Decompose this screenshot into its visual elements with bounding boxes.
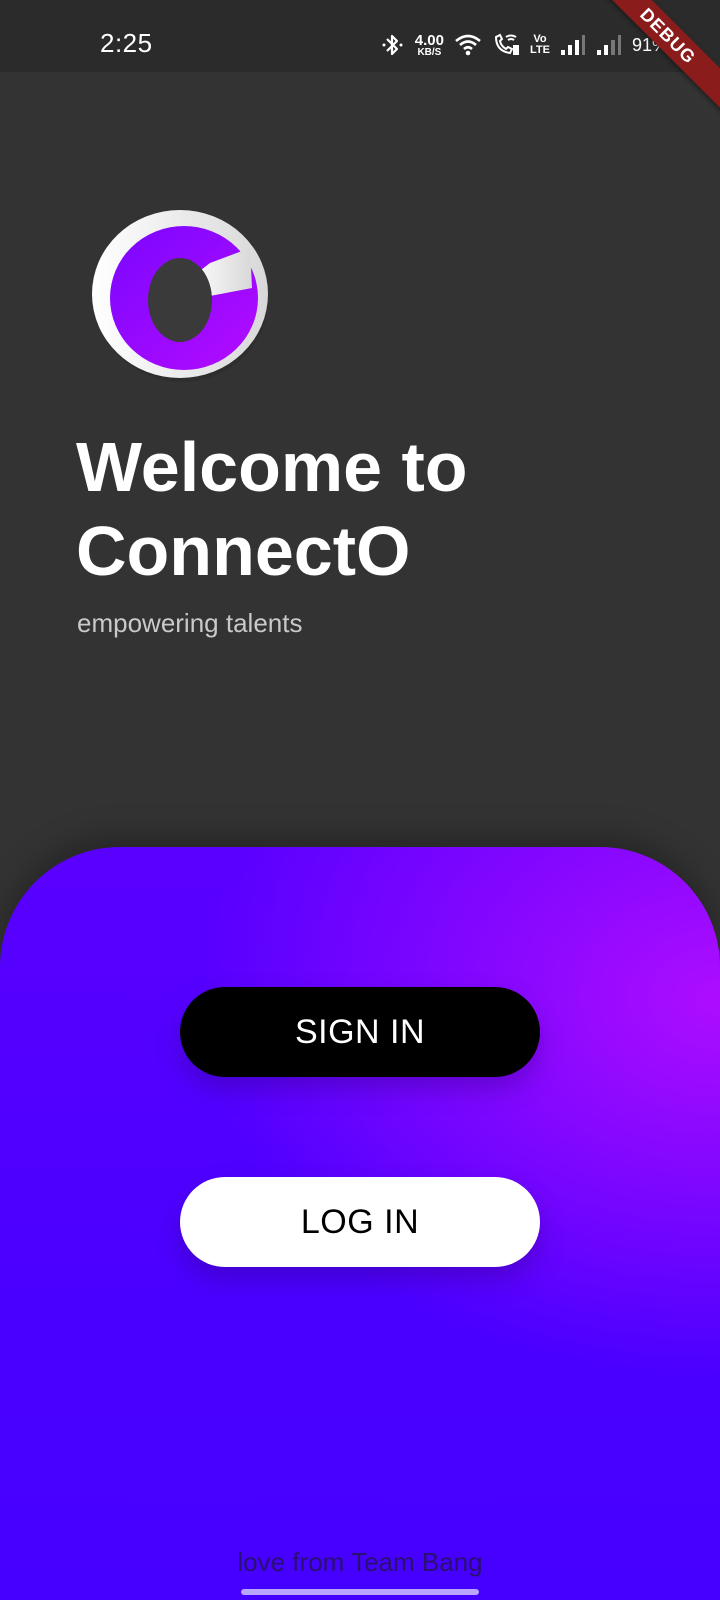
signal-icon bbox=[560, 35, 585, 55]
bluetooth-icon bbox=[382, 34, 403, 56]
wifi-icon bbox=[455, 34, 481, 56]
status-bar: 2:25 4.00 KB/S Vo LTE 91% DEBUG bbox=[0, 0, 720, 124]
connecto-logo-icon bbox=[92, 210, 268, 382]
volte-icon: Vo LTE bbox=[530, 34, 550, 56]
net-speed-unit: KB/S bbox=[417, 46, 442, 58]
home-indicator[interactable] bbox=[241, 1589, 479, 1595]
sign-in-button[interactable]: SIGN IN bbox=[180, 987, 540, 1077]
volte-bottom-text: LTE bbox=[530, 44, 550, 56]
welcome-screen: 2:25 4.00 KB/S Vo LTE 91% DEBUG Welcome … bbox=[0, 0, 720, 1600]
wifi-calling-icon bbox=[494, 33, 519, 55]
page-subtitle: empowering talents bbox=[77, 608, 303, 638]
net-speed-indicator: 4.00 KB/S bbox=[415, 33, 444, 58]
footer-credit: love from Team Bang bbox=[237, 1547, 483, 1577]
status-time: 2:25 bbox=[100, 28, 153, 58]
net-speed-value: 4.00 bbox=[414, 31, 444, 49]
debug-banner: DEBUG bbox=[580, 0, 720, 124]
status-icons: 4.00 KB/S Vo LTE 91% bbox=[381, 30, 668, 60]
signal-icon bbox=[596, 35, 621, 55]
log-in-button[interactable]: LOG IN bbox=[180, 1177, 540, 1267]
page-title: Welcome to ConnectO bbox=[76, 428, 468, 590]
